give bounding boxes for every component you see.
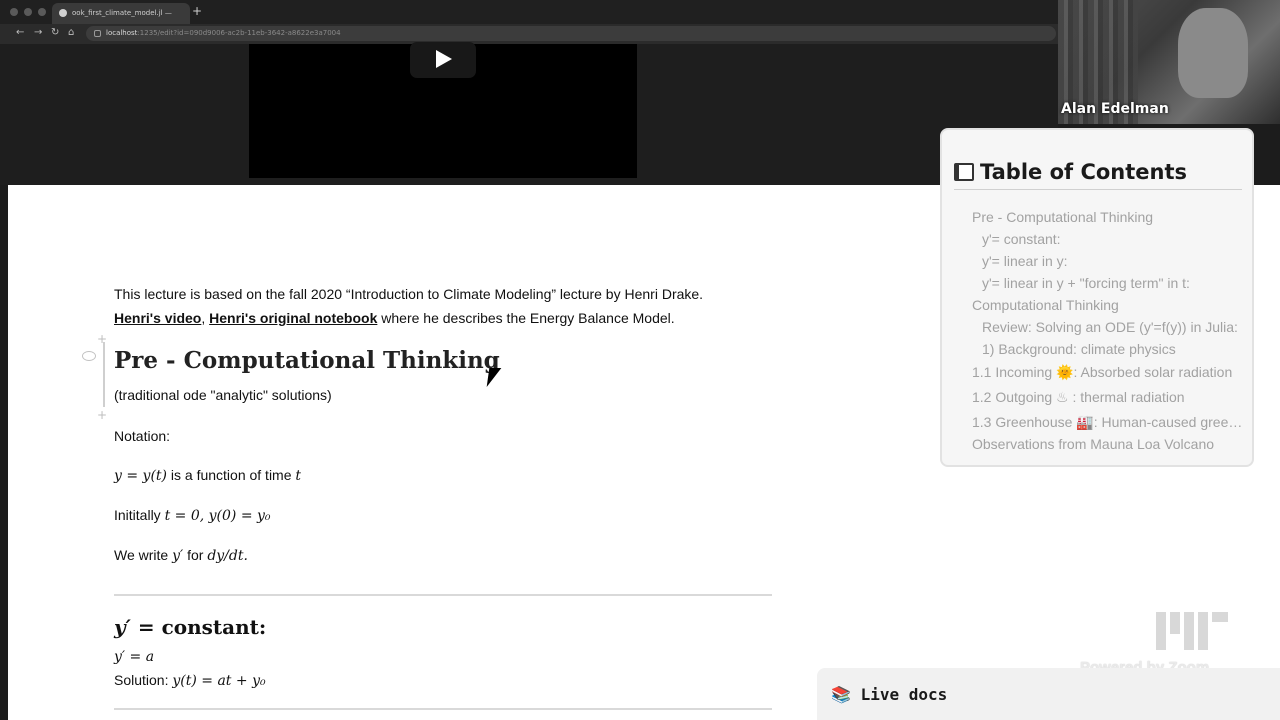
initial-condition: Inititally t = 0, y(0) = y₀ (114, 507, 271, 524)
toc-item[interactable]: y'= linear in y + "forcing term" in t: (982, 275, 1254, 291)
toc-item[interactable]: 1) Background: climate physics (982, 341, 1254, 357)
intro-rest: where he describes the Energy Balance Mo… (377, 310, 675, 326)
function-definition: y = y(t) is a function of time t (114, 467, 301, 484)
toc-title-text: Table of Contents (980, 160, 1188, 184)
mit-logo (1156, 612, 1228, 650)
webcam-feed: Alan Edelman (1058, 0, 1280, 124)
toc-item[interactable]: 1.1 Incoming 🌞: Absorbed solar radiation (972, 364, 1244, 381)
browser-tab[interactable]: ook_first_climate_model.jl — × (52, 3, 190, 24)
window-control-icon[interactable] (10, 8, 18, 16)
address-bar[interactable]: localhost:1235/edit?id=090d9006-ac2b-11e… (86, 26, 1056, 41)
play-icon (436, 50, 452, 68)
url-path: :1235/edit?id=090d9006-ac2b-11eb-3642-a8… (137, 29, 341, 37)
toc-item[interactable]: 1.3 Greenhouse 🏭: Human-caused greenhous… (972, 414, 1244, 431)
live-docs-panel[interactable]: 📚 Live docs (817, 668, 1280, 720)
constant-solution: Solution: y(t) = at + y₀ (114, 672, 266, 689)
table-of-contents: Table of Contents Pre - Computational Th… (940, 128, 1254, 467)
url-host: localhost (106, 29, 138, 37)
window-control-icon[interactable] (38, 8, 46, 16)
play-button[interactable] (410, 42, 476, 78)
math-dy-dt: dy/dt. (207, 548, 248, 564)
section-subheading: (traditional ode "analytic" solutions) (114, 387, 332, 403)
math-solution: y(t) = at + y₀ (172, 673, 266, 689)
reload-icon[interactable]: ↻ (51, 27, 59, 39)
cell-separator (114, 708, 772, 710)
for-text: for (183, 547, 208, 563)
we-write-text: We write (114, 547, 173, 563)
books-icon (954, 163, 974, 181)
info-icon[interactable] (94, 30, 101, 37)
toc-item[interactable]: Computational Thinking (972, 297, 1244, 313)
derivative-notation: We write y′ for dy/dt. (114, 547, 248, 564)
initial-text: Inititally (114, 507, 165, 523)
math-y-prime: y′ (172, 548, 184, 564)
webcam-person (1178, 8, 1248, 98)
participant-name: Alan Edelman (1061, 101, 1169, 117)
forward-icon[interactable]: → (34, 27, 42, 39)
live-docs-label: 📚 Live docs (831, 685, 948, 704)
math-y-of-t: y = y(t) (114, 468, 167, 484)
intro-comma: , (201, 310, 210, 326)
home-icon[interactable]: ⌂ (68, 27, 74, 39)
toc-item[interactable]: Pre - Computational Thinking (972, 209, 1244, 225)
section-heading: Pre - Computational Thinking (114, 347, 500, 374)
back-icon[interactable]: ← (16, 27, 24, 39)
function-text: is a function of time (167, 467, 296, 483)
video-player[interactable] (249, 42, 637, 178)
toc-title: Table of Contents (954, 160, 1187, 184)
intro-links: Henri's video, Henri's original notebook… (114, 310, 675, 326)
window-control-icon[interactable] (24, 8, 32, 16)
constant-equation: y′ = a (114, 649, 155, 665)
cell-separator (114, 594, 772, 596)
tab-title: ook_first_climate_model.jl — (72, 9, 172, 17)
toc-item[interactable]: y'= linear in y: (982, 253, 1254, 269)
notation-label: Notation: (114, 428, 171, 444)
intro-text: This lecture is based on the fall 2020 “… (114, 286, 704, 302)
math-y-prime: y′ (114, 615, 131, 639)
math-t: t (295, 468, 302, 484)
constant-heading: y′ = constant: (114, 615, 266, 639)
live-docs-text: Live docs (860, 685, 948, 704)
toc-item[interactable]: Review: Solving an ODE (y'=f(y)) in Juli… (982, 319, 1254, 335)
toc-item[interactable]: 1.2 Outgoing ♨ : thermal radiation (972, 389, 1244, 406)
henri-notebook-link[interactable]: Henri's original notebook (209, 310, 377, 326)
favicon-icon (59, 9, 67, 17)
hide-code-eye-icon[interactable] (82, 351, 96, 361)
toc-item[interactable]: Observations from Mauna Loa Volcano (972, 436, 1244, 452)
add-cell-below-icon[interactable]: + (97, 409, 107, 421)
toc-item[interactable]: y'= constant: (982, 231, 1254, 247)
solution-label: Solution: (114, 672, 173, 688)
math-initial: t = 0, y(0) = y₀ (164, 508, 271, 524)
toc-divider (954, 189, 1242, 190)
constant-heading-text: = constant: (130, 615, 267, 639)
new-tab-button[interactable]: + (192, 5, 202, 17)
cell-focus-bar (103, 342, 105, 407)
henri-video-link[interactable]: Henri's video (114, 310, 201, 326)
